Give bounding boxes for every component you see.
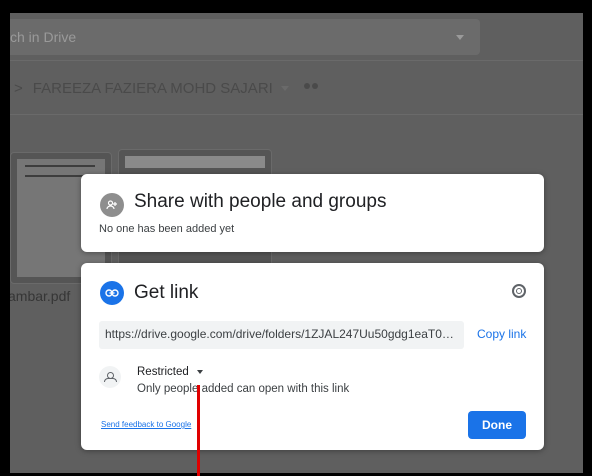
get-link-dialog: Get link https://drive.google.com/drive/… (81, 263, 544, 450)
share-title[interactable]: Share with people and groups (134, 191, 386, 213)
gear-icon[interactable] (512, 284, 526, 298)
add-person-icon (100, 193, 124, 217)
access-dropdown[interactable]: Restricted (137, 366, 203, 378)
drive-window: ch in Drive > FAREEZA FAZIERA MOHD SAJAR… (10, 13, 583, 473)
file-name[interactable]: ambar.pdf (10, 288, 70, 304)
breadcrumb-folder[interactable]: FAREEZA FAZIERA MOHD SAJARI (33, 80, 273, 97)
chevron-down-icon[interactable] (196, 370, 203, 374)
file-thumbnail (125, 156, 265, 168)
share-subtitle: No one has been added yet (99, 223, 235, 235)
search-bar[interactable]: ch in Drive (10, 19, 480, 55)
thumb-line (25, 175, 85, 177)
search-options-icon[interactable] (456, 35, 464, 40)
breadcrumb-separator: > (14, 79, 23, 97)
link-url-text[interactable]: https://drive.google.com/drive/folders/1… (105, 327, 459, 341)
access-description: Only people added can open with this lin… (137, 383, 350, 395)
header-divider (10, 60, 583, 61)
chevron-down-icon[interactable] (280, 85, 289, 91)
share-people-dialog: Share with people and groups No one has … (81, 174, 544, 252)
link-url-field[interactable]: https://drive.google.com/drive/folders/1… (99, 321, 464, 349)
send-feedback-link[interactable]: Send feedback to Google (101, 420, 191, 429)
restricted-access-icon (99, 366, 121, 388)
screen-frame: ch in Drive > FAREEZA FAZIERA MOHD SAJAR… (0, 0, 592, 476)
access-label[interactable]: Restricted (137, 366, 189, 378)
copy-link-button[interactable]: Copy link (477, 327, 526, 341)
breadcrumb: > FAREEZA FAZIERA MOHD SAJARI (10, 75, 319, 101)
link-icon (100, 281, 124, 305)
get-link-title: Get link (134, 282, 199, 303)
search-input[interactable]: ch in Drive (10, 29, 76, 45)
annotation-mark (197, 396, 200, 476)
content-divider (10, 114, 583, 115)
shared-folder-icon (303, 83, 319, 93)
done-button[interactable]: Done (468, 411, 526, 439)
thumb-line (25, 165, 95, 167)
